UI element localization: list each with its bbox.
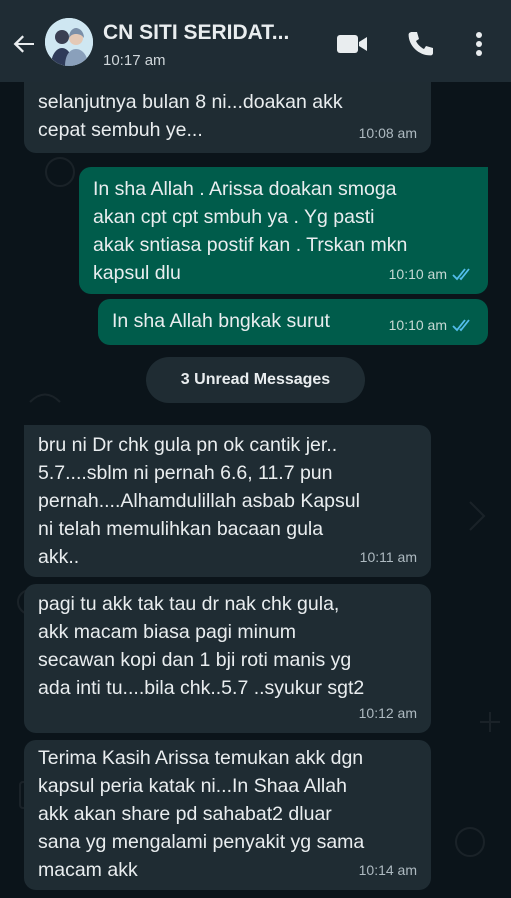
- avatar[interactable]: [45, 18, 93, 66]
- last-seen-time: 10:17 am: [103, 52, 166, 69]
- message-bubble-outgoing[interactable]: In sha Allah bngkak surut 10:10 am: [98, 299, 488, 345]
- message-meta: 10:11 am: [360, 543, 417, 571]
- message-bubble-incoming[interactable]: bru ni Dr chk gula pn ok cantik jer.. 5.…: [24, 425, 431, 577]
- message-bubble-outgoing[interactable]: In sha Allah . Arissa doakan smoga akan …: [79, 167, 488, 294]
- message-time: 10:10 am: [388, 266, 447, 282]
- message-time: 10:10 am: [388, 317, 447, 333]
- back-arrow-icon[interactable]: [8, 28, 40, 60]
- message-bubble-incoming[interactable]: selanjutnya bulan 8 ni...doakan akk cepa…: [24, 82, 431, 153]
- message-meta: 10:12 am: [359, 699, 417, 727]
- message-meta: 10:10 am: [389, 260, 474, 288]
- message-time: 10:14 am: [358, 862, 417, 878]
- video-call-icon[interactable]: [335, 32, 369, 56]
- message-bubble-incoming[interactable]: Terima Kasih Arissa temukan akk dgn kaps…: [24, 740, 431, 890]
- phone-call-icon[interactable]: [405, 29, 435, 59]
- contact-name[interactable]: CN SITI SERIDAT...: [103, 21, 289, 45]
- unread-messages-banner: 3 Unread Messages: [146, 357, 365, 403]
- message-meta: 10:08 am: [359, 119, 417, 147]
- message-meta: 10:10 am: [389, 311, 474, 339]
- message-time: 10:11 am: [359, 549, 417, 565]
- more-options-icon[interactable]: [471, 29, 487, 59]
- read-receipt-icon: [452, 319, 470, 332]
- message-bubble-incoming[interactable]: pagi tu akk tak tau dr nak chk gula, akk…: [24, 584, 431, 733]
- message-meta: 10:14 am: [359, 856, 417, 884]
- message-time: 10:12 am: [358, 705, 417, 721]
- read-receipt-icon: [452, 268, 470, 281]
- chat-header: CN SITI SERIDAT... 10:17 am: [0, 0, 511, 82]
- message-time: 10:08 am: [358, 125, 417, 141]
- message-text: pagi tu akk tak tau dr nak chk gula, akk…: [38, 593, 365, 699]
